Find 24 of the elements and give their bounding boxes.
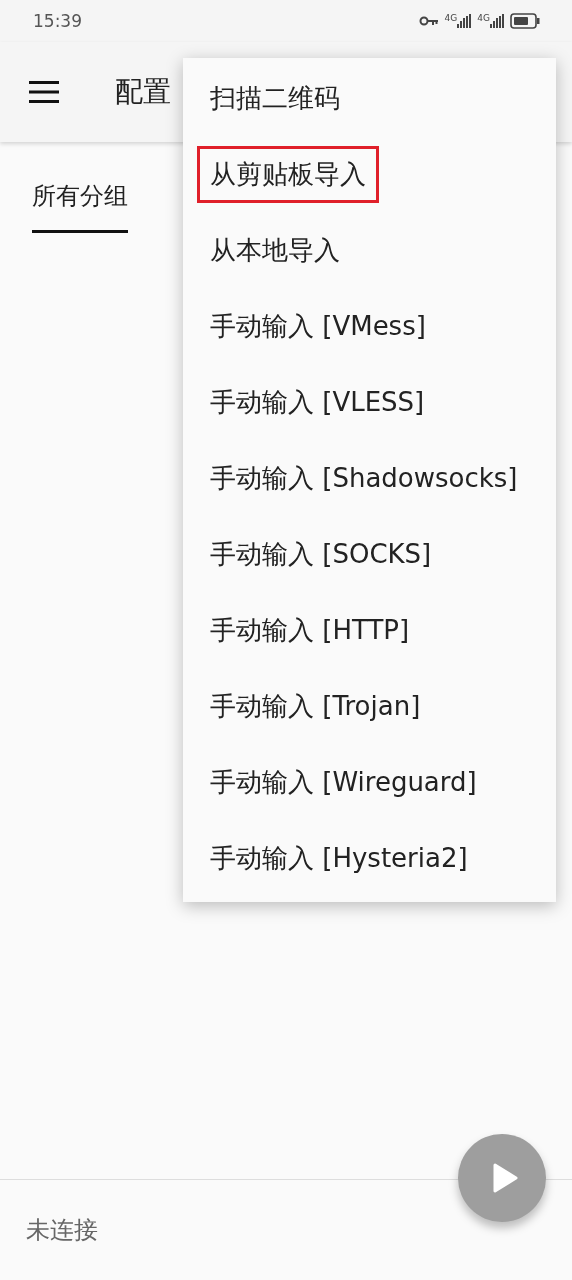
menu-item[interactable]: 手动输入 [VLESS] [197, 373, 438, 431]
signal-icon [490, 14, 504, 28]
app-title: 配置 [115, 74, 171, 110]
menu-item[interactable]: 手动输入 [Hysteria2] [197, 829, 481, 887]
connection-status: 未连接 [26, 1215, 98, 1246]
play-icon [492, 1163, 518, 1193]
menu-item[interactable]: 手动输入 [VMess] [197, 297, 439, 355]
menu-item[interactable]: 从剪贴板导入 [197, 145, 379, 203]
menu-item[interactable]: 扫描二维码 [197, 69, 353, 127]
menu-item[interactable]: 手动输入 [Shadowsocks] [197, 449, 531, 507]
status-time: 15:39 [33, 11, 82, 31]
menu-item[interactable]: 手动输入 [Wireguard] [197, 753, 490, 811]
signal-icon [457, 14, 472, 28]
menu-icon[interactable] [29, 81, 59, 103]
menu-item[interactable]: 手动输入 [HTTP] [197, 601, 423, 659]
group-tab[interactable]: 所有分组 [32, 166, 128, 233]
start-button[interactable] [458, 1134, 546, 1222]
menu-item[interactable]: 手动输入 [Trojan] [197, 677, 434, 735]
network-label: 4G [444, 14, 458, 23]
menu-item[interactable]: 手动输入 [SOCKS] [197, 525, 445, 583]
menu-item[interactable]: 从本地导入 [197, 221, 353, 279]
battery-icon [510, 13, 540, 29]
key-icon [418, 16, 439, 26]
network-label: 4G [477, 14, 490, 23]
